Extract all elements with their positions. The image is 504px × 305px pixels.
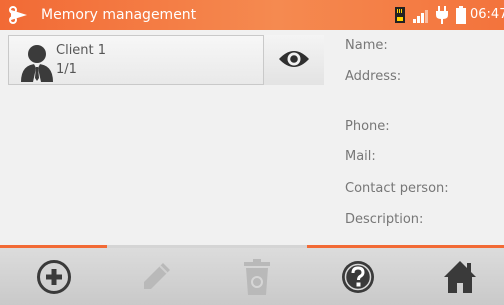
clock: 06:47 bbox=[470, 7, 504, 22]
add-icon bbox=[37, 259, 71, 294]
title-bar: Memory management 06:47 bbox=[0, 0, 504, 30]
phone-label: Phone: bbox=[345, 119, 390, 134]
home-icon bbox=[444, 260, 476, 293]
client-list-item[interactable]: Client 1 1/1 bbox=[8, 35, 324, 85]
name-label: Name: bbox=[345, 38, 388, 53]
home-button[interactable] bbox=[430, 248, 490, 305]
delete-button[interactable] bbox=[227, 248, 287, 305]
description-label: Description: bbox=[345, 212, 424, 227]
mail-label: Mail: bbox=[345, 149, 376, 164]
client-name: Client 1 bbox=[56, 43, 107, 58]
help-icon bbox=[342, 260, 374, 293]
address-label: Address: bbox=[345, 69, 402, 84]
power-plug-icon bbox=[436, 6, 448, 28]
edit-button[interactable] bbox=[126, 248, 186, 305]
contact-person-label: Contact person: bbox=[345, 181, 449, 196]
toolbar bbox=[0, 248, 504, 305]
status-bar: 06:47 bbox=[392, 0, 504, 30]
help-button[interactable] bbox=[328, 248, 388, 305]
edit-icon bbox=[144, 262, 170, 289]
add-button[interactable] bbox=[24, 248, 84, 305]
delete-icon bbox=[244, 258, 270, 295]
memory-card-icon bbox=[394, 6, 406, 28]
window-title: Memory management bbox=[41, 7, 197, 23]
signal-icon bbox=[413, 8, 429, 27]
person-icon bbox=[19, 42, 55, 82]
client-count: 1/1 bbox=[56, 62, 77, 77]
eye-icon bbox=[279, 51, 309, 67]
view-client-button[interactable] bbox=[263, 35, 324, 85]
scissors-logo-icon bbox=[9, 6, 29, 24]
battery-icon bbox=[456, 6, 466, 28]
